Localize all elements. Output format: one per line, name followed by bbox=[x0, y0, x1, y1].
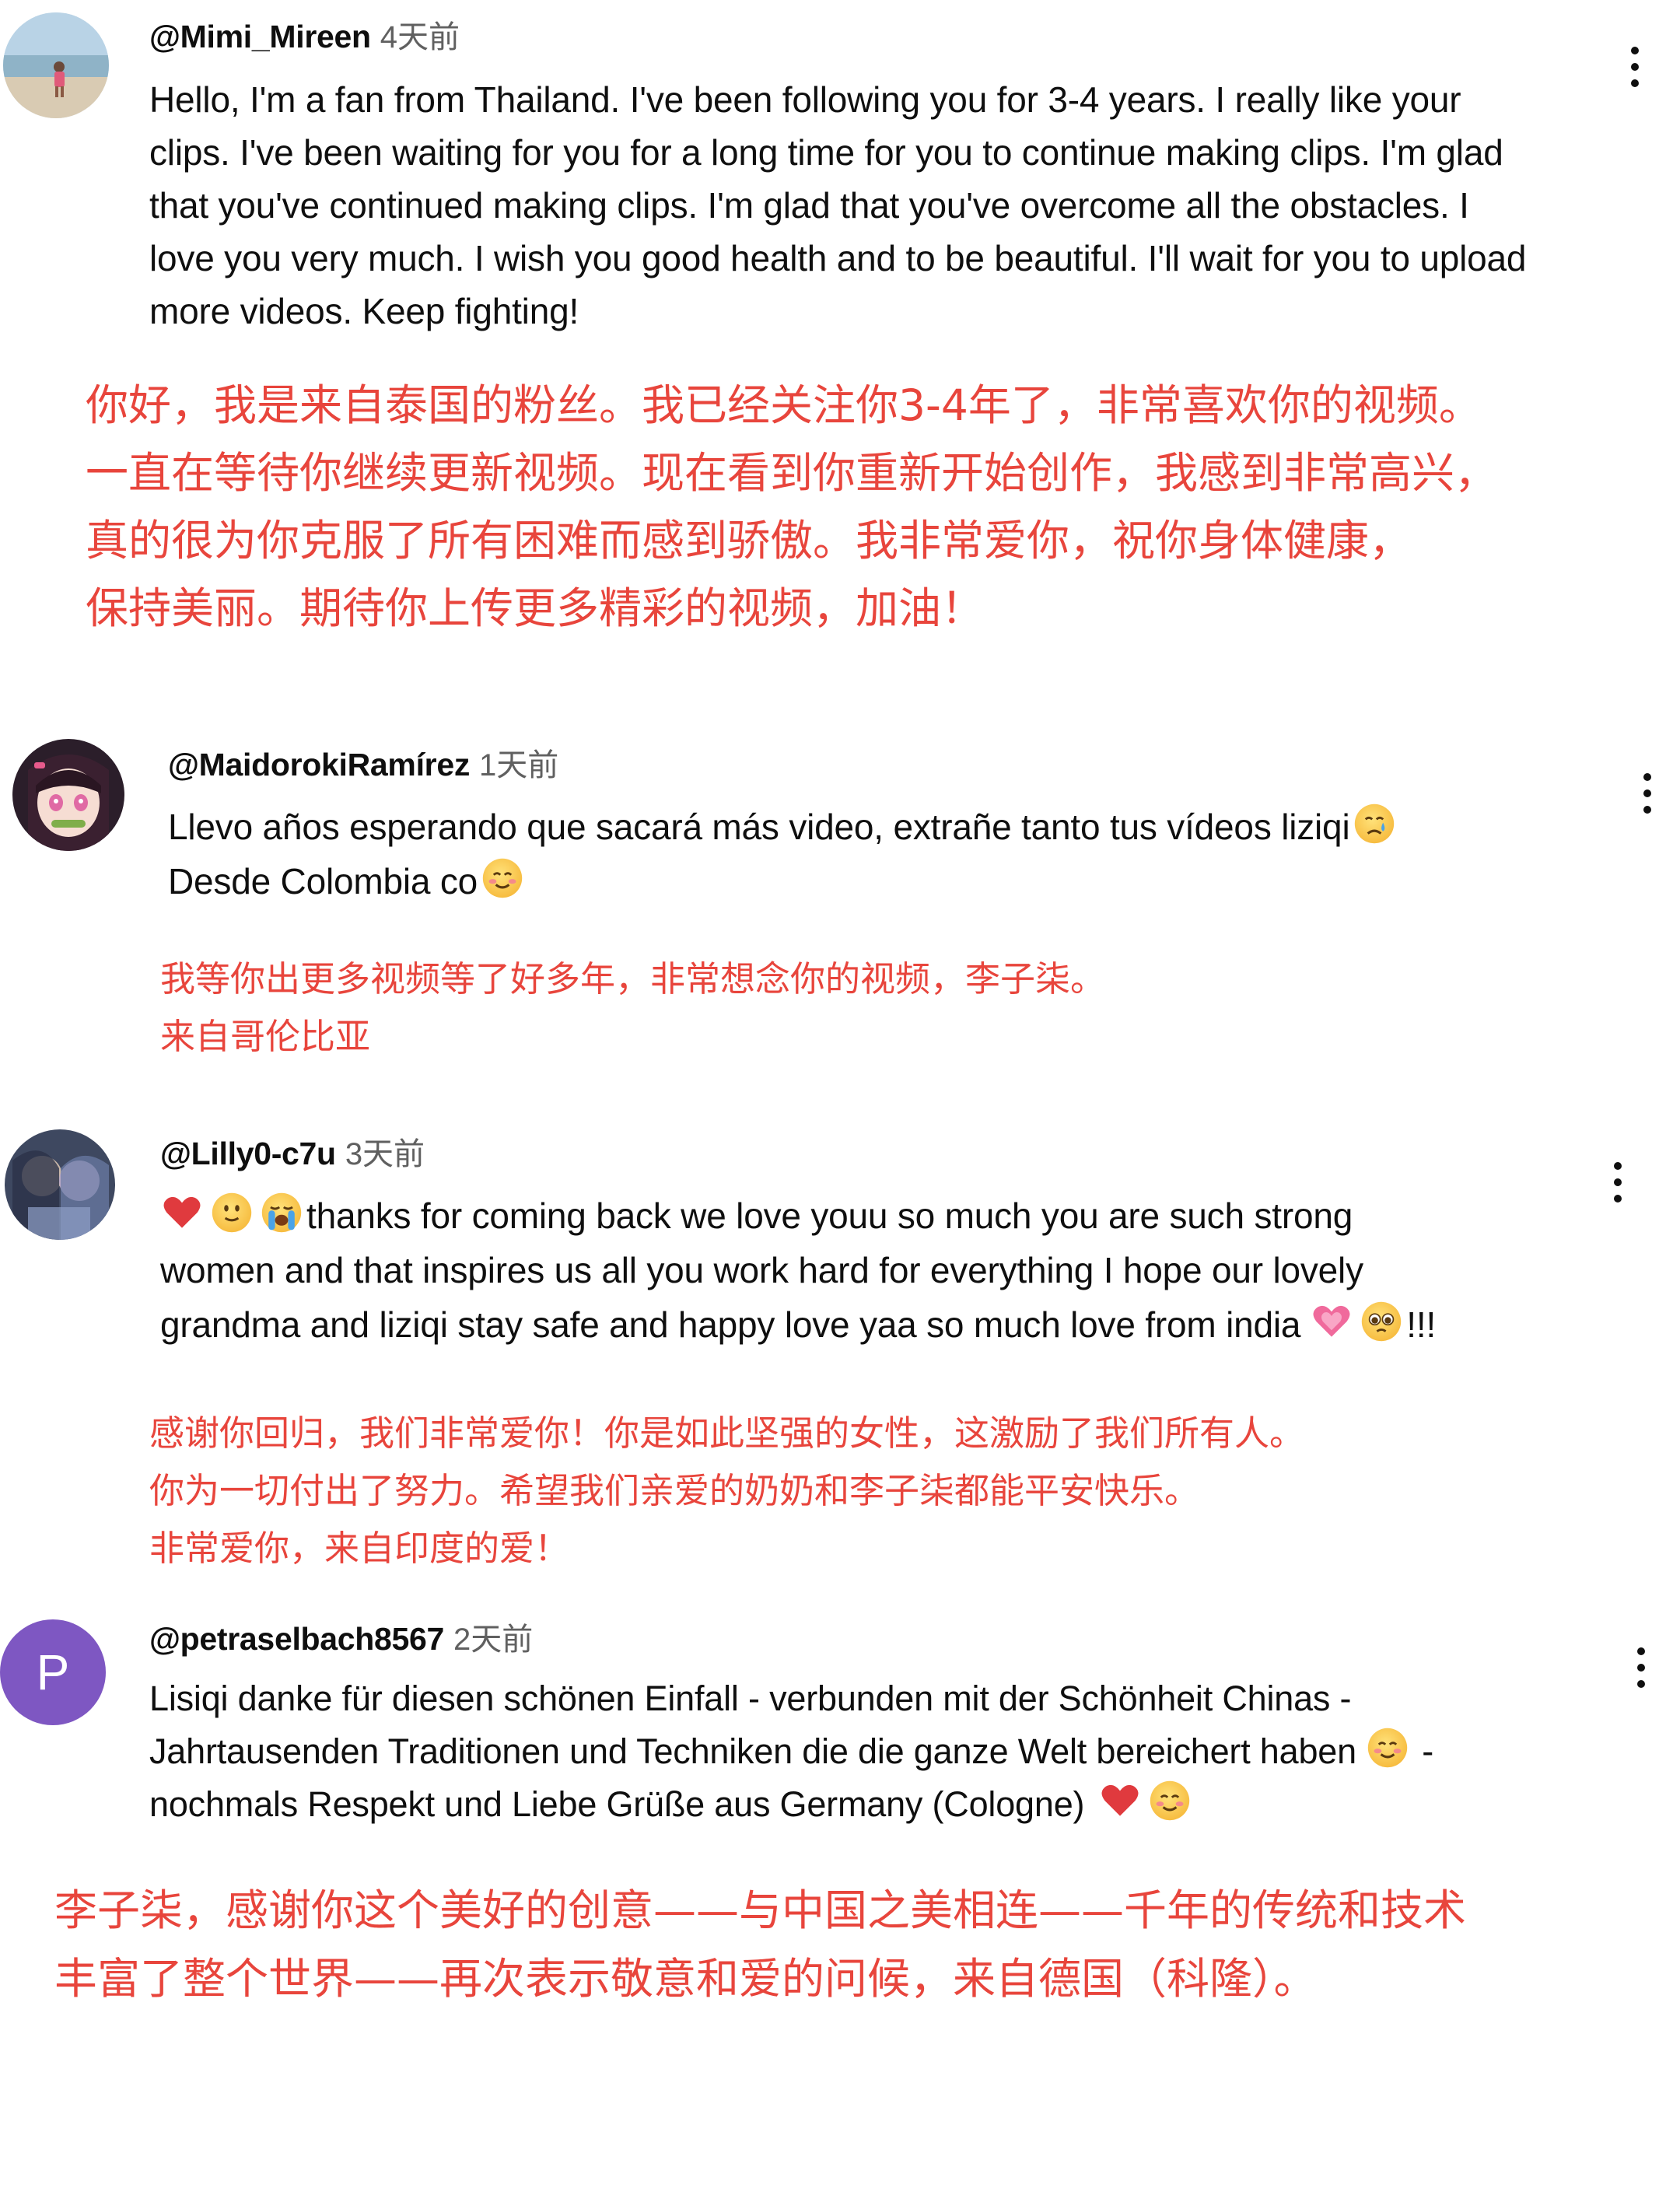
comment-timestamp[interactable]: 2天前 bbox=[453, 1623, 533, 1657]
slightly-smiling-face-emoji bbox=[212, 1192, 252, 1233]
crying-face-emoji bbox=[1355, 803, 1395, 844]
smiling-face-emoji bbox=[1150, 1780, 1190, 1821]
more-vert-icon-dot bbox=[1631, 63, 1639, 71]
avatar[interactable]: P bbox=[0, 1619, 106, 1725]
avatar[interactable] bbox=[5, 1129, 115, 1240]
translation-line: 非常爱你，来自印度的爱！ bbox=[149, 1528, 570, 1569]
comment-text-segment: !!! bbox=[1406, 1304, 1437, 1345]
comment-more-button[interactable] bbox=[1624, 762, 1671, 824]
more-vert-icon-dot bbox=[1637, 1680, 1645, 1688]
more-vert-icon bbox=[1614, 1162, 1622, 1170]
comment-author[interactable]: @petraselbach8567 bbox=[149, 1621, 444, 1657]
more-vert-icon-dot bbox=[1637, 1664, 1645, 1672]
comment-text-line: clips. I've been waiting for you for a l… bbox=[149, 132, 1503, 173]
smiling-face-emoji bbox=[482, 858, 523, 898]
comment-text: thanks for coming back we love youu so m… bbox=[160, 1189, 1436, 1352]
translation-line: 我等你出更多视频等了好多年，非常想念你的视频，李子柒。 bbox=[160, 958, 1106, 999]
comment-text-line: that you've continued making clips. I'm … bbox=[149, 185, 1469, 226]
comment-text: Lisiqi danke für diesen schönen Einfall … bbox=[149, 1672, 1433, 1831]
loudly-crying-face-emoji bbox=[261, 1192, 302, 1233]
comment-header: @Mimi_Mireen 4天前 bbox=[149, 17, 460, 64]
translation-line: 你好，我是来自泰国的粉丝。我已经关注你3-4年了，非常喜欢你的视频。 bbox=[86, 380, 1482, 430]
more-vert-icon bbox=[1637, 1647, 1645, 1655]
translation-line: 感谢你回归，我们非常爱你！你是如此坚强的女性，这激励了我们所有人。 bbox=[149, 1413, 1305, 1454]
avatar[interactable] bbox=[3, 12, 109, 118]
pleading-face-emoji bbox=[1362, 1301, 1402, 1342]
comment-more-button[interactable] bbox=[1612, 36, 1658, 98]
chinese-translation: 李子柒，感谢你这个美好的创意——与中国之美相连——千年的传统和技术 丰富了整个世… bbox=[54, 1876, 1466, 2013]
comment-text-line: Jahrtausenden Traditionen und Techniken … bbox=[149, 1725, 1433, 1778]
comment-timestamp[interactable]: 4天前 bbox=[380, 20, 460, 54]
avatar-letter: P bbox=[36, 1644, 70, 1700]
comment-timestamp[interactable]: 3天前 bbox=[345, 1137, 425, 1171]
comment-text-segment: Desde Colombia co bbox=[168, 861, 478, 901]
comment-author[interactable]: @Mimi_Mireen bbox=[149, 19, 371, 54]
more-vert-icon-dot bbox=[1614, 1178, 1622, 1186]
more-vert-icon bbox=[1631, 47, 1639, 54]
comment-text: Llevo años esperando que sacará más vide… bbox=[168, 800, 1399, 908]
comment-text-line: women and that inspires us all you work … bbox=[160, 1250, 1363, 1290]
red-heart-emoji bbox=[1101, 1784, 1139, 1816]
comment-text-segment: nochmals Respekt und Liebe Grüße aus Ger… bbox=[149, 1784, 1085, 1824]
smiling-face-emoji bbox=[1367, 1728, 1408, 1768]
more-vert-icon-dot bbox=[1614, 1195, 1622, 1203]
comment-text-line: nochmals Respekt und Liebe Grüße aus Ger… bbox=[149, 1778, 1433, 1831]
comment-header: @MaidorokiRamírez 1天前 bbox=[168, 745, 558, 792]
translation-line: 真的很为你克服了所有困难而感到骄傲。我非常爱你，祝你身体健康， bbox=[86, 516, 1412, 565]
anime-character-avatar-image bbox=[12, 739, 124, 851]
comment-text-line: grandma and liziqi stay safe and happy l… bbox=[160, 1297, 1436, 1352]
comment-text-line: Hello, I'm a fan from Thailand. I've bee… bbox=[149, 79, 1461, 120]
comment-text-line: thanks for coming back we love youu so m… bbox=[160, 1189, 1436, 1243]
comment-author[interactable]: @Lilly0-c7u bbox=[160, 1136, 336, 1171]
comment-text-segment: Jahrtausenden Traditionen und Techniken … bbox=[149, 1731, 1356, 1771]
chinese-translation: 你好，我是来自泰国的粉丝。我已经关注你3-4年了，非常喜欢你的视频。 一直在等待… bbox=[86, 372, 1497, 642]
comment-header: @petraselbach8567 2天前 bbox=[149, 1619, 533, 1666]
comment-text-segment: - bbox=[1422, 1731, 1434, 1771]
red-heart-emoji bbox=[163, 1196, 201, 1228]
translation-line: 保持美丽。期待你上传更多精彩的视频，加油！ bbox=[86, 583, 985, 633]
comment-header: @Lilly0-c7u 3天前 bbox=[160, 1134, 425, 1181]
comment-text-line: Llevo años esperando que sacará más vide… bbox=[168, 800, 1399, 854]
avatar[interactable] bbox=[12, 739, 124, 851]
translation-line: 你为一切付出了努力。希望我们亲爱的奶奶和李子柒都能平安快乐。 bbox=[149, 1470, 1200, 1511]
comment-author[interactable]: @MaidorokiRamírez bbox=[168, 747, 470, 782]
comment-timestamp[interactable]: 1天前 bbox=[479, 748, 558, 782]
illustrated-couple-avatar-image bbox=[5, 1129, 115, 1240]
comment-more-button[interactable] bbox=[1618, 1637, 1664, 1699]
comment-text-line: love you very much. I wish you good heal… bbox=[149, 238, 1527, 278]
comment-text-segment: Llevo años esperando que sacará más vide… bbox=[168, 807, 1350, 847]
comment-text: Hello, I'm a fan from Thailand. I've bee… bbox=[149, 73, 1527, 338]
comment-text-segment: grandma and liziqi stay safe and happy l… bbox=[160, 1304, 1301, 1345]
translation-line: 丰富了整个世界——再次表示敬意和爱的问候，来自德国（科隆）。 bbox=[54, 1954, 1317, 2004]
comment-text-line: Desde Colombia co bbox=[168, 854, 1399, 908]
comment-text-line: more videos. Keep fighting! bbox=[149, 291, 579, 331]
translation-line: 李子柒，感谢你这个美好的创意——与中国之美相连——千年的传统和技术 bbox=[54, 1885, 1467, 1935]
translation-line: 来自哥伦比亚 bbox=[160, 1016, 371, 1057]
beach-photo-avatar-image bbox=[3, 12, 109, 118]
growing-heart-emoji bbox=[1313, 1305, 1350, 1337]
chinese-translation: 感谢你回归，我们非常爱你！你是如此坚强的女性，这激励了我们所有人。 你为一切付出… bbox=[149, 1405, 1304, 1577]
comment-text-segment: thanks for coming back we love youu so m… bbox=[306, 1196, 1353, 1236]
comment-more-button[interactable] bbox=[1594, 1151, 1641, 1213]
more-vert-icon-dot bbox=[1643, 806, 1651, 814]
comment-text-line: Lisiqi danke für diesen schönen Einfall … bbox=[149, 1679, 1352, 1718]
translation-line: 一直在等待你继续更新视频。现在看到你重新开始创作，我感到非常高兴， bbox=[86, 448, 1498, 498]
chinese-translation: 我等你出更多视频等了好多年，非常想念你的视频，李子柒。 来自哥伦比亚 bbox=[160, 950, 1105, 1066]
more-vert-icon-dot bbox=[1643, 789, 1651, 797]
more-vert-icon bbox=[1643, 773, 1651, 781]
more-vert-icon-dot bbox=[1631, 79, 1639, 87]
